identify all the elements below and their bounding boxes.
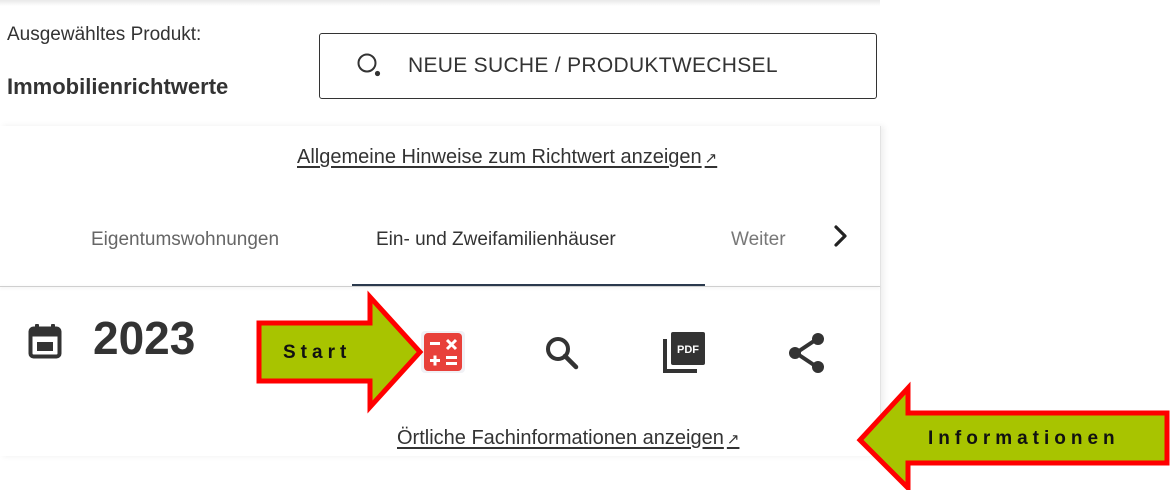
start-annotation-label: Start [283, 342, 352, 363]
informationen-annotation-label: Informationen [928, 428, 1120, 449]
annotation-arrows [256, 290, 1170, 490]
